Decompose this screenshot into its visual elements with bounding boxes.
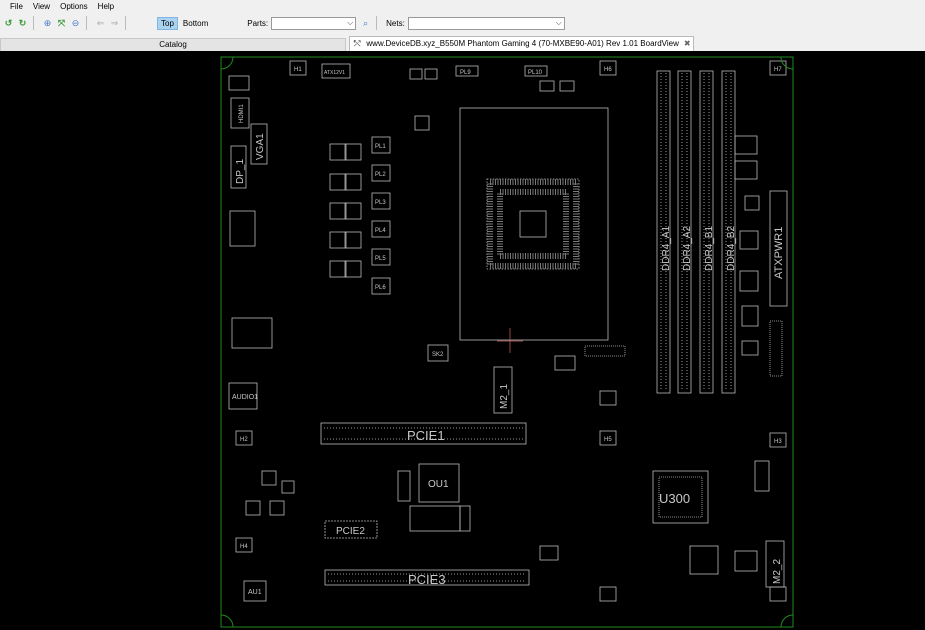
lan-chip <box>231 317 273 349</box>
label-pl2: PL2 <box>375 172 386 178</box>
label-audio1: AUDIO1 <box>232 394 258 401</box>
label-ddr4-b1: DDR4_B1 <box>704 226 715 271</box>
label-pl4: PL4 <box>375 228 386 234</box>
label-h4: H4 <box>240 544 248 550</box>
cpu-socket <box>459 107 609 341</box>
zoom-in-icon[interactable]: ⊕ <box>42 18 53 29</box>
menu-view[interactable]: View <box>33 2 50 11</box>
nets-label: Nets: <box>386 18 405 28</box>
label-ou1: OU1 <box>428 479 449 490</box>
label-h2: H2 <box>240 437 248 443</box>
label-h3: H3 <box>774 439 782 445</box>
label-m2-2: M2_2 <box>772 559 783 584</box>
board-view[interactable]: PCIE1 PCIE2 PCIE3 OU1 U300 M2_1 M2_2 DDR… <box>0 51 925 630</box>
nets-combobox[interactable]: ⌵ <box>407 16 565 30</box>
label-h5: H5 <box>604 437 612 443</box>
label-sk2: SK2 <box>432 352 444 358</box>
board-corner-marks <box>220 56 794 628</box>
rotate-left-icon[interactable]: ↺ <box>3 18 14 29</box>
label-ddr4-a1: DDR4_A1 <box>661 226 672 271</box>
board-outline <box>220 56 794 628</box>
label-h6: H6 <box>604 67 612 73</box>
parts-label: Parts: <box>247 18 269 28</box>
label-pl6: PL6 <box>375 285 386 291</box>
label-h1: H1 <box>294 67 302 73</box>
label-pl10: PL10 <box>528 70 543 76</box>
label-pl3: PL3 <box>375 200 386 206</box>
label-au1: AU1 <box>248 589 262 596</box>
board-canvas[interactable]: PCIE1 PCIE2 PCIE3 OU1 U300 M2_1 M2_2 DDR… <box>0 51 925 630</box>
rotate-right-icon[interactable]: ↻ <box>17 18 28 29</box>
label-dp1: DP_1 <box>235 159 246 184</box>
menu-file[interactable]: File <box>10 2 23 11</box>
toolbar-separator <box>33 16 34 30</box>
tab-catalog[interactable]: Catalog <box>0 38 346 51</box>
label-ddr4-a2: DDR4_A2 <box>682 226 693 271</box>
forward-arrow-icon[interactable]: ⇒ <box>109 18 120 29</box>
label-atxpwr1: ATXPWR1 <box>773 227 785 279</box>
pin-icon[interactable]: ⤲ <box>354 39 360 48</box>
h9-hole <box>769 586 787 602</box>
menu-bar: File View Options Help <box>0 0 925 13</box>
zoom-fit-icon[interactable]: ⤧ <box>56 18 67 29</box>
view-bottom-button[interactable]: Bottom <box>180 18 211 29</box>
toolbar-separator <box>376 16 378 30</box>
parts-combobox[interactable]: ⌵ <box>271 16 357 30</box>
chevron-down-icon: ⌵ <box>347 17 354 27</box>
label-pl9: PL9 <box>460 70 471 76</box>
label-pcie3: PCIE3 <box>408 572 446 587</box>
search-part-icon[interactable]: ⌕ <box>360 18 371 29</box>
tab-row: Catalog ⤲ www.DeviceDB.xyz_B550M Phantom … <box>0 36 925 51</box>
usb-connector <box>229 210 256 247</box>
label-u300: U300 <box>659 491 690 506</box>
label-pl1: PL1 <box>375 144 386 150</box>
menu-help[interactable]: Help <box>98 2 114 11</box>
label-pcie2: PCIE2 <box>336 526 365 537</box>
tab-document-title: www.DeviceDB.xyz_B550M Phantom Gaming 4 … <box>366 39 679 48</box>
zoom-out-icon[interactable]: ⊖ <box>70 18 81 29</box>
cursor-crosshair <box>497 328 523 353</box>
label-pcie1: PCIE1 <box>407 428 445 443</box>
toolbar-separator <box>125 16 126 30</box>
label-m2-1: M2_1 <box>499 384 510 409</box>
menu-options[interactable]: Options <box>60 2 88 11</box>
label-vga1: VGA1 <box>255 133 266 160</box>
h8-hole <box>599 586 617 602</box>
label-ddr4-b2: DDR4_B2 <box>726 226 737 271</box>
tab-boardview-document[interactable]: ⤲ www.DeviceDB.xyz_B550M Phantom Gaming 4… <box>349 36 694 51</box>
back-arrow-icon[interactable]: ⇐ <box>95 18 106 29</box>
label-h7: H7 <box>774 67 782 73</box>
close-icon[interactable]: ✖ <box>684 39 691 48</box>
cpu-center-block <box>519 210 547 238</box>
label-atx12v1: ATX12V1 <box>324 70 345 76</box>
cpu-pad-dots <box>487 179 579 269</box>
label-pl5: PL5 <box>375 256 386 262</box>
view-top-button[interactable]: Top <box>157 16 178 30</box>
toolbar: ↺ ↻ ⊕ ⤧ ⊖ ⇐ ⇒ Top Bottom Parts: ⌵ ⌕ Nets… <box>0 13 925 33</box>
toolbar-separator <box>86 16 87 30</box>
chevron-down-icon: ⌵ <box>555 17 562 27</box>
label-hdmi1: HDMI1 <box>239 104 245 123</box>
